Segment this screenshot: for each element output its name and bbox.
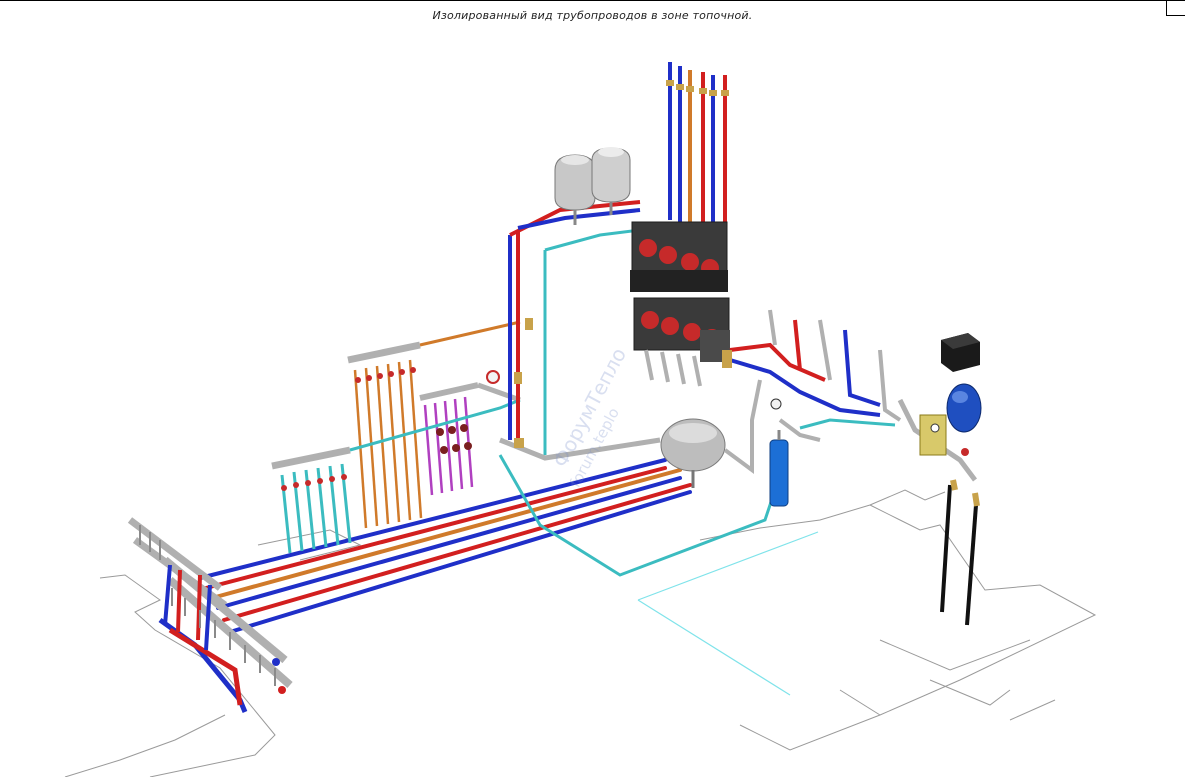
control-box-icon xyxy=(941,333,980,372)
hydro-accumulator-icon xyxy=(946,383,982,433)
main-pipe-bundle xyxy=(198,458,692,634)
manifold-cyan-left xyxy=(271,446,352,554)
risers-top xyxy=(666,62,729,228)
manifold-left-lower xyxy=(127,517,293,713)
water-filter xyxy=(769,430,789,507)
floor-plan-outline xyxy=(64,489,1097,777)
branch-pipes-right xyxy=(729,309,902,442)
pressure-gauge-icon xyxy=(770,398,782,410)
pump-group-lower xyxy=(633,297,730,387)
pressure-gauge-icon xyxy=(486,370,500,384)
pump-group-upper xyxy=(630,221,728,292)
